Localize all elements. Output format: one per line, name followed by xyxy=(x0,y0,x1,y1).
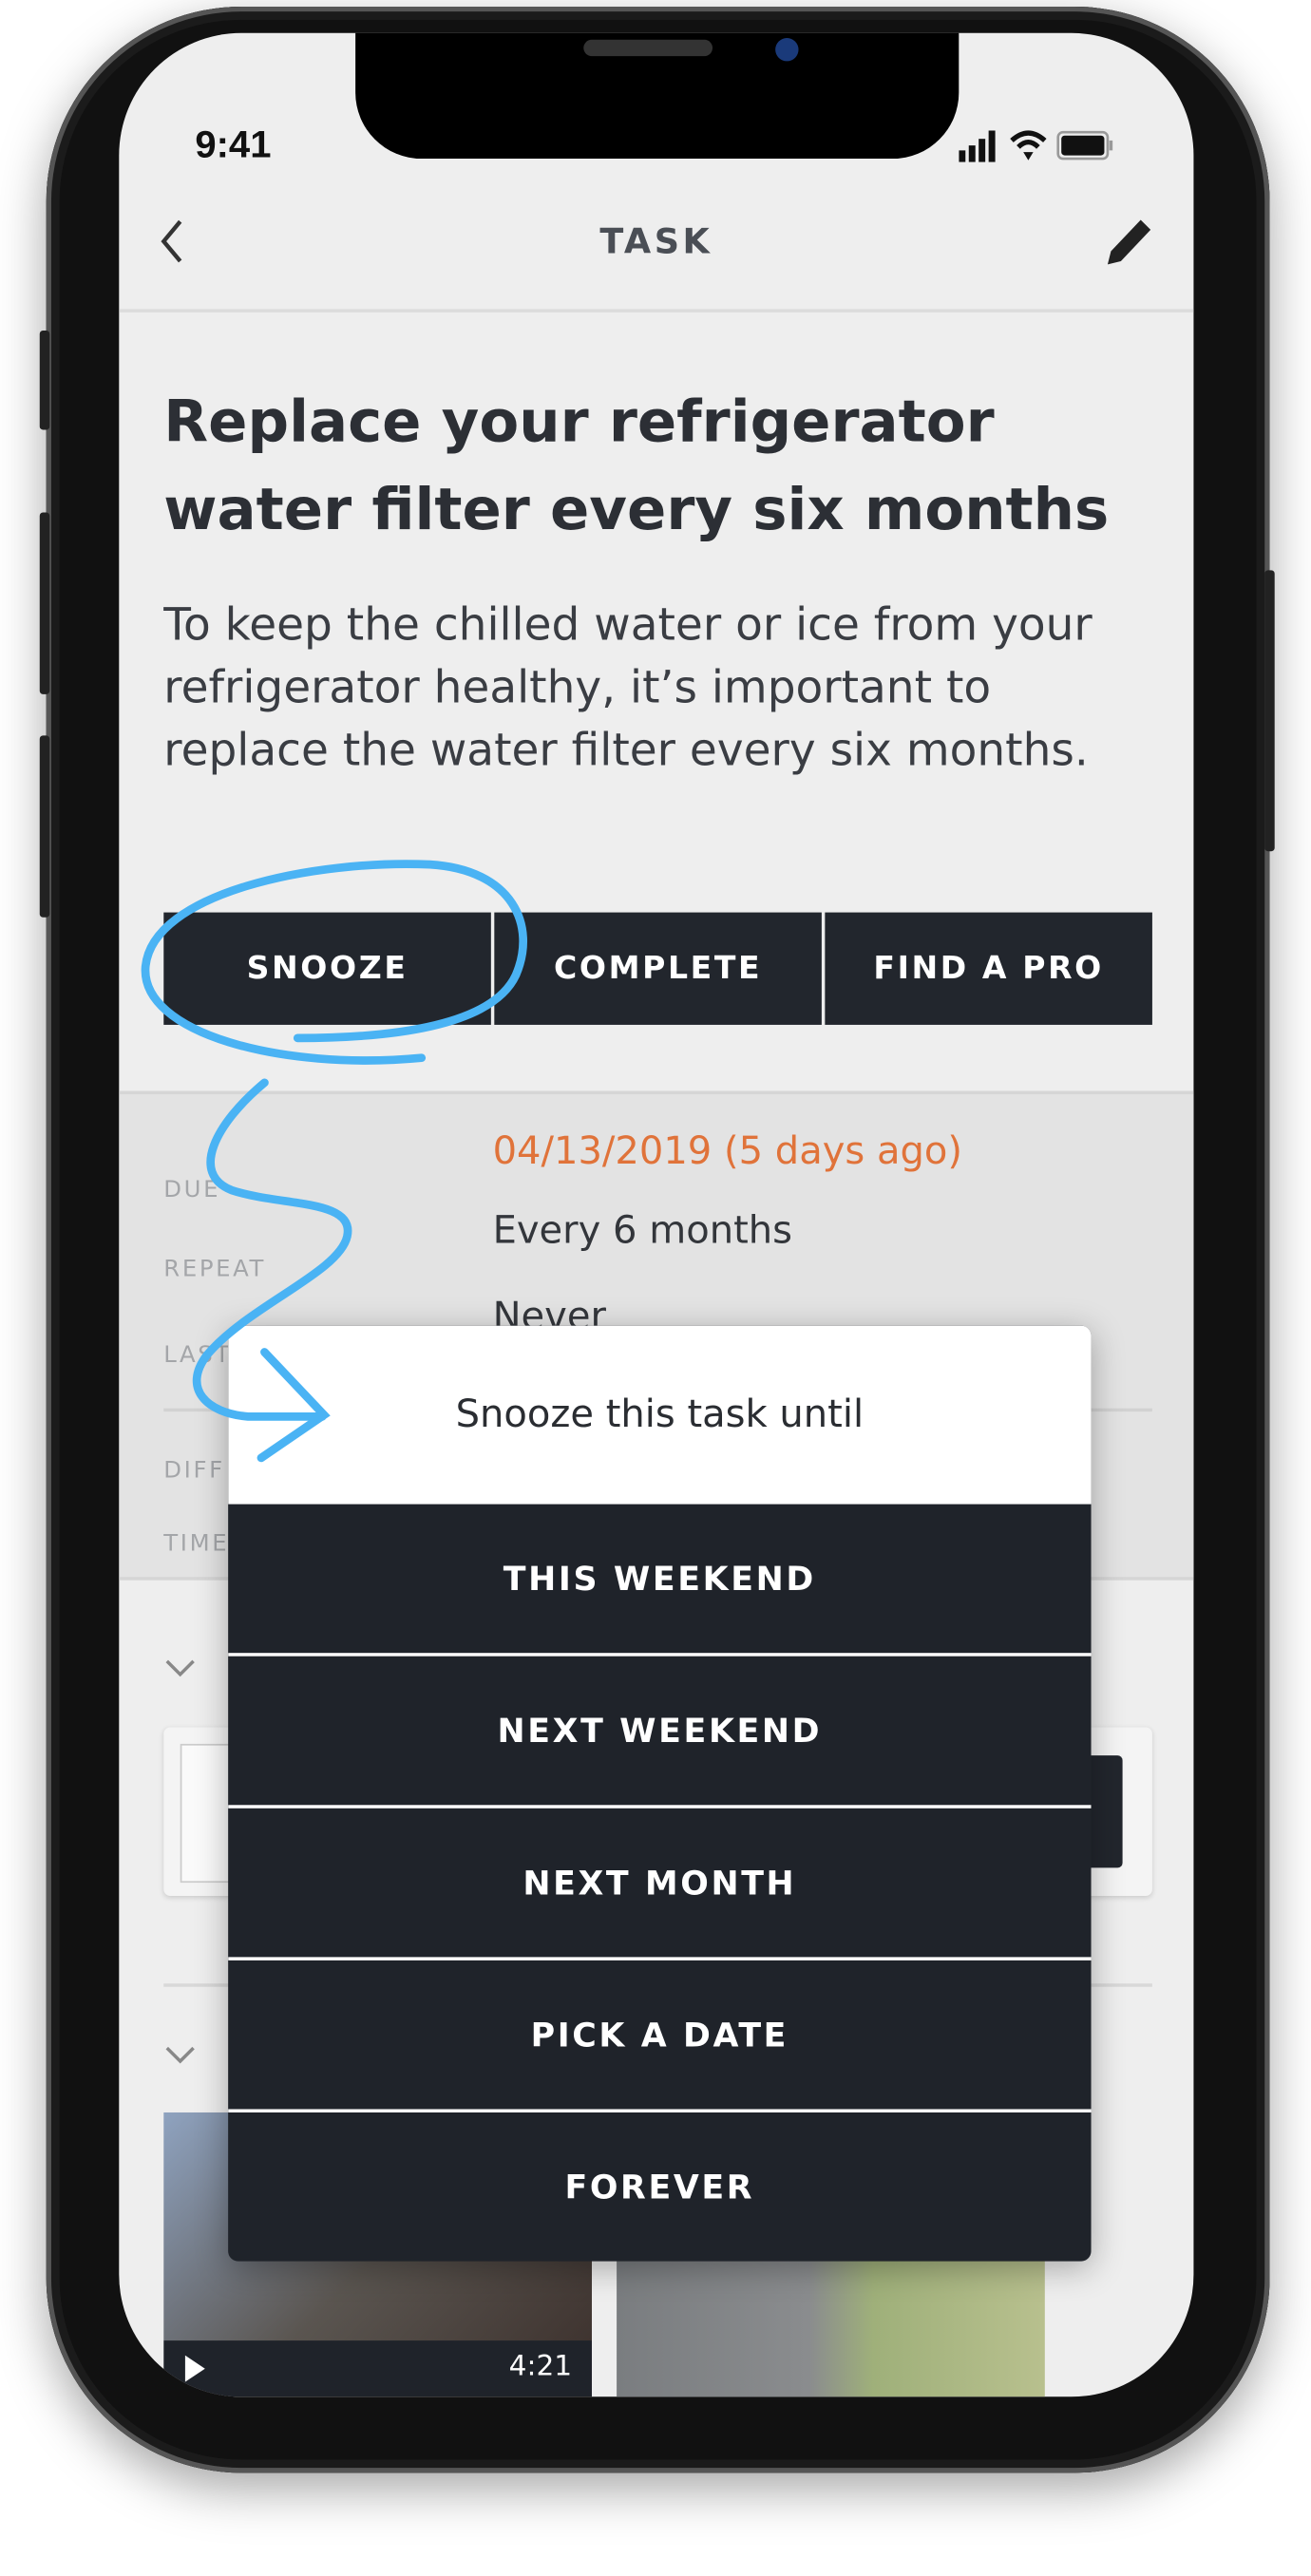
annotation-circle xyxy=(141,860,527,1065)
annotation-scribble xyxy=(141,860,527,1463)
arrow-icon xyxy=(256,1348,331,1463)
annotation-squiggle xyxy=(192,1078,352,1421)
stage: 9:41 TASK Replace your refrigerator wate… xyxy=(0,0,1311,2575)
